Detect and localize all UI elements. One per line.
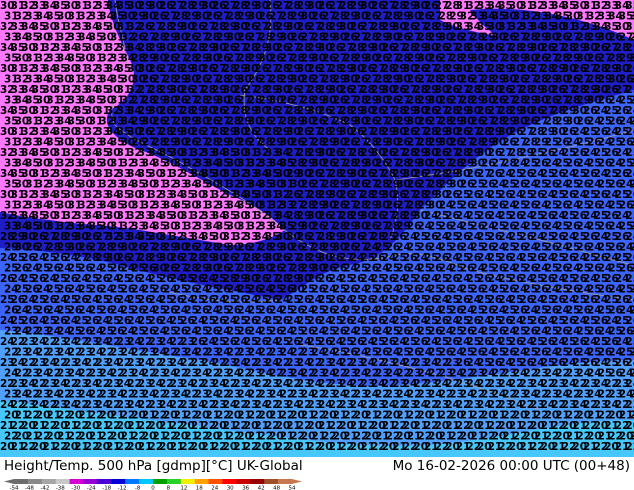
legend-swatch [236, 479, 251, 484]
legend-tick-label: -38 [56, 486, 65, 490]
legend-swatch [27, 479, 43, 484]
legend-tick-label: 54 [289, 486, 296, 490]
valid-time: Mo 16-02-2026 00:00 UTC (00+48) [393, 458, 630, 474]
legend-tick-label: -8 [135, 486, 141, 490]
legend-tick-label: -54 [10, 486, 19, 490]
legend-tick-label: 8 [167, 486, 171, 490]
map-footer: Height/Temp. 500 hPa [gdmp][°C] UK-Globa… [0, 457, 634, 490]
legend-swatch [264, 479, 279, 484]
legend-swatch [278, 479, 293, 484]
legend-tick-label: 48 [273, 486, 280, 490]
legend-swatch [153, 479, 168, 484]
legend-swatch [180, 479, 195, 484]
legend-tick-label: 0 [151, 486, 155, 490]
legend-swatch [97, 479, 112, 484]
weather-map: 30 31 32 33 34 35 30 31 32 33 34 35 30 29 30 26 27 28 29 30… [0, 0, 634, 457]
legend-tick-label: -24 [87, 486, 96, 490]
legend-tick-label: 36 [242, 486, 249, 490]
legend-tick-label: -30 [71, 486, 80, 490]
legend-swatch [194, 479, 209, 484]
legend-ticks: -54 -48 -42 -38 -30 -24 -18 -12 -8 0 8 12 18 24 30 36 42… [10, 486, 296, 490]
legend-swatch [55, 479, 70, 484]
legend-swatch [41, 479, 56, 484]
legend-swatch [14, 479, 29, 484]
legend-swatch [208, 479, 223, 484]
legend-swatch [166, 479, 182, 484]
legend-swatch [125, 479, 140, 484]
legend-bars [4, 479, 302, 484]
legend-swatch [139, 479, 154, 484]
legend-tick-label: -42 [40, 486, 49, 490]
legend-swatch [250, 479, 265, 484]
map-canvas: 3031323334353031323334353029302627282930… [0, 0, 634, 457]
legend-tick-label: 30 [227, 486, 234, 490]
legend-tick-label: 12 [180, 486, 187, 490]
legend-tick-label: -48 [25, 486, 34, 490]
legend-tick-label: 42 [258, 486, 265, 490]
legend-arrow-left [4, 479, 14, 484]
legend-tick-label: -12 [118, 486, 127, 490]
color-legend: -54 -48 -42 -38 -30 -24 -18 -12 -8 0 8 12 18 24 30 36 42… [4, 479, 302, 490]
legend-swatch [222, 479, 237, 484]
legend-swatch [69, 479, 84, 484]
legend-swatch [83, 479, 98, 484]
temperature-value-grid: 3031323334353031323334353029302627282930… [0, 0, 634, 453]
footer-caption: Height/Temp. 500 hPa [gdmp][°C] UK-Globa… [4, 458, 630, 474]
legend-tick-label: -18 [102, 486, 111, 490]
product-title: Height/Temp. 500 hPa [gdmp][°C] UK-Globa… [4, 458, 303, 474]
temperature-value: 22 [625, 441, 634, 453]
legend-swatch [111, 479, 126, 484]
legend-tick-label: 18 [196, 486, 203, 490]
legend-tick-label: 24 [211, 486, 218, 490]
legend-arrow-right [292, 479, 302, 484]
